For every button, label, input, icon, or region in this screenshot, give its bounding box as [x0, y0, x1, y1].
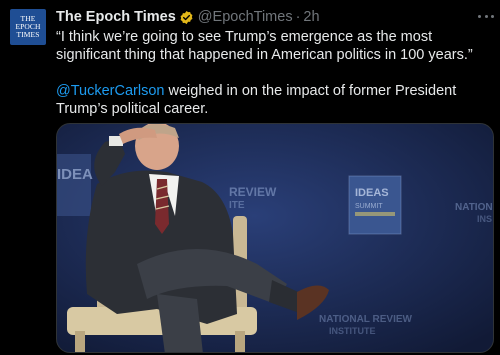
backdrop-nation-sub: INS — [477, 214, 492, 224]
avatar-line-3: TIMES — [16, 30, 40, 39]
timestamp[interactable]: 2h — [303, 9, 319, 25]
tweet-text: “I think we’re going to see Trump’s emer… — [56, 28, 496, 136]
tweet-header: The Epoch Times @EpochTimes · 2h — [56, 8, 320, 26]
backdrop-bottom: NATIONAL REVIEW — [319, 314, 413, 325]
backdrop-review: REVIEW — [229, 185, 277, 199]
tweet-quote: “I think we’re going to see Trump’s emer… — [56, 29, 473, 63]
backdrop-nation: NATION — [455, 202, 493, 213]
backdrop-ideas-left: IDEA — [57, 166, 93, 183]
more-options-icon[interactable] — [478, 8, 494, 24]
verified-badge-icon[interactable] — [179, 10, 194, 25]
tweet-body: @TuckerCarlson weighed in on the impact … — [56, 82, 496, 118]
tweet-card[interactable]: THE EPOCH TIMES The Epoch Times @EpochTi… — [0, 0, 500, 355]
backdrop-ideas-box: IDEAS — [355, 187, 389, 199]
mention-link[interactable]: @TuckerCarlson — [56, 83, 164, 99]
author-name[interactable]: The Epoch Times — [56, 9, 176, 25]
backdrop-ideas-box-sub: SUMMIT — [355, 203, 383, 210]
backdrop-review-sub: ITE — [229, 200, 245, 211]
separator-dot: · — [295, 9, 301, 25]
author-handle[interactable]: @EpochTimes — [198, 9, 293, 25]
photo-illustration: IDEA REVIEW ITE IDEAS SUMMIT NATION INS … — [57, 124, 493, 352]
backdrop-bottom-sub: INSTITUTE — [329, 326, 376, 336]
author-avatar[interactable]: THE EPOCH TIMES — [10, 9, 46, 45]
tweet-photo[interactable]: IDEA REVIEW ITE IDEAS SUMMIT NATION INS … — [56, 123, 494, 353]
